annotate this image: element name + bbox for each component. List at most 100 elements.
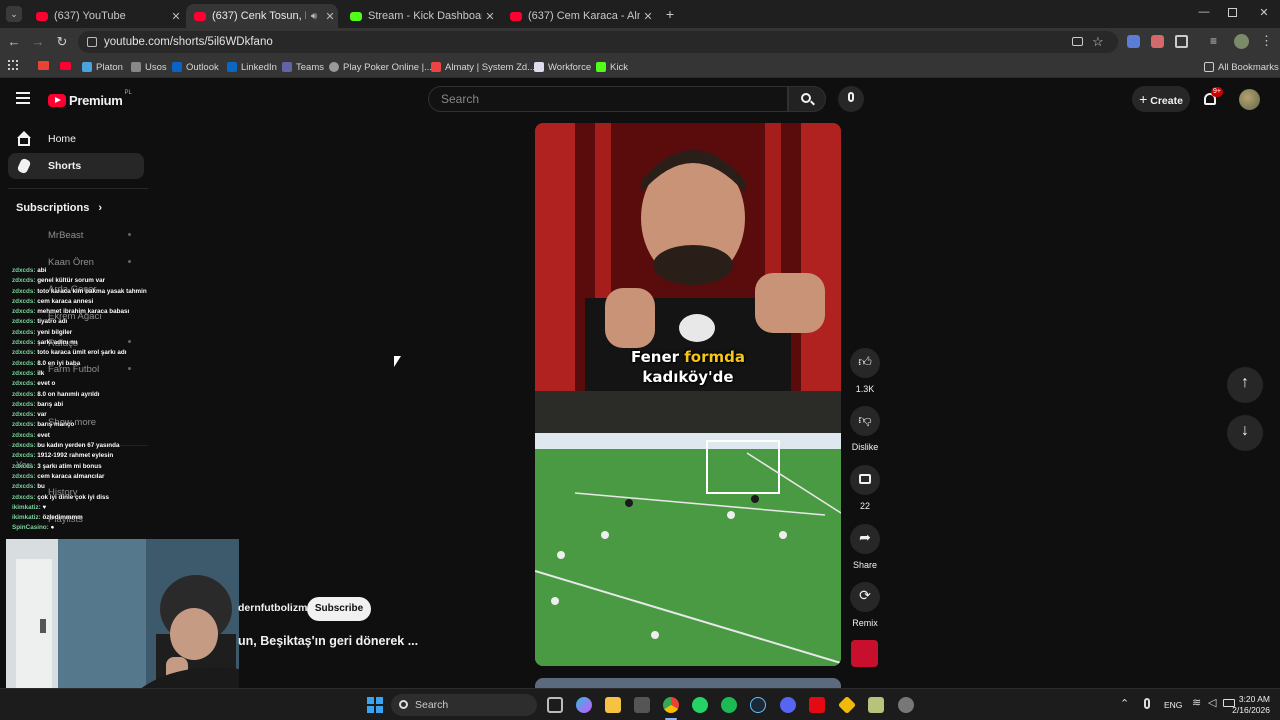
spotify-icon[interactable] [721,697,737,713]
address-bar[interactable]: youtube.com/shorts/5il6WDkfano ☆ [78,31,1118,53]
channel-avatar[interactable] [851,640,878,667]
close-icon[interactable]: ✕ [482,10,498,23]
store-icon[interactable] [634,697,650,713]
file-explorer-icon[interactable] [605,697,621,713]
gmail-icon[interactable] [38,61,49,70]
youtube-logo[interactable]: Premium PL [48,90,132,109]
bookmark-kick[interactable]: Kick [596,60,628,74]
close-icon[interactable]: ✕ [640,10,656,23]
notifications-button[interactable]: 9+ [1202,87,1223,110]
subscribe-button[interactable]: Subscribe [307,597,371,621]
guide-menu-icon[interactable] [16,92,30,104]
extension-icon[interactable] [1151,35,1164,48]
dislike-action[interactable]: 👎︎ Dislike [848,406,882,452]
youtube-bookmark-icon[interactable] [60,62,71,70]
task-view-icon[interactable] [547,697,563,713]
bookmark-platon[interactable]: Platon [82,60,123,74]
previous-short-button[interactable]: ↑ [1227,367,1263,403]
short-video-player[interactable]: Fener formda kadıköy'de [535,123,841,666]
like-action[interactable]: 👍︎ 1.3K [848,348,882,394]
comment-icon[interactable] [850,465,880,495]
windows-start-icon[interactable] [367,697,383,713]
all-bookmarks[interactable]: All Bookmarks [1204,60,1279,74]
bookmark-outlook[interactable]: Outlook [172,60,219,74]
forward-button[interactable]: → [30,34,46,50]
chrome-icon[interactable] [663,697,679,713]
install-app-icon[interactable] [1072,37,1083,46]
chat-text: barış manço [37,421,75,429]
create-button[interactable]: + Create [1132,86,1190,112]
language-indicator[interactable]: ENG [1164,700,1182,710]
extension-translate-icon[interactable] [1127,35,1140,48]
close-icon[interactable]: ✕ [322,10,338,23]
next-short-button[interactable]: ↓ [1227,415,1263,451]
binance-icon[interactable] [837,695,857,715]
comments-action[interactable]: 22 [848,465,882,511]
app-icon[interactable] [868,697,884,713]
bookmark-almaty[interactable]: Almaty | System Zd... [431,60,535,74]
copilot-icon[interactable] [576,697,592,713]
netflix-icon[interactable] [809,697,825,713]
channel-name[interactable]: dernfutbolizm [238,602,307,614]
minimize-button[interactable]: — [1196,6,1212,22]
account-avatar[interactable] [1239,89,1260,110]
linkedin-icon [227,62,237,72]
chat-message: zdxcds: 1912-1992 rahmet eylesin [12,451,232,461]
subscription-item[interactable]: MrBeast [48,230,83,241]
whatsapp-icon[interactable] [692,697,708,713]
bookmark-workforce[interactable]: Workforce [534,60,591,74]
search-button[interactable] [788,86,826,112]
restore-button[interactable] [1228,8,1237,17]
taskbar-search[interactable]: Search [391,694,537,716]
tab-youtube[interactable]: (637) YouTube ✕ [28,4,184,28]
apps-grid-icon[interactable] [8,60,18,70]
thumbs-up-icon[interactable]: 👍︎ [850,348,880,378]
chat-username: zdxcds: [12,442,36,450]
profile-avatar[interactable] [1234,34,1249,49]
thumbs-down-icon[interactable]: 👎︎ [850,406,880,436]
reading-list-icon[interactable]: ≡ [1210,34,1217,48]
wifi-icon[interactable]: ≋ [1192,696,1201,709]
clock[interactable]: 3:20 AM 2/16/2026 [1226,694,1270,716]
tab-search-button[interactable]: ⌄ [6,6,22,22]
tab-cenk-tosun[interactable]: (637) Cenk Tosun, Beşiktaş'ı 🔊︎ ✕ [186,4,338,28]
site-info-icon[interactable] [87,37,97,47]
microphone-icon[interactable] [1144,698,1150,709]
tray-overflow-icon[interactable]: ⌃ [1120,697,1129,710]
chat-message: zdxcds: abi [12,266,232,276]
bookmark-usos[interactable]: Usos [131,60,167,74]
discord-icon[interactable] [780,697,796,713]
close-window-button[interactable]: ✕ [1256,6,1272,22]
steam-icon[interactable] [750,697,766,713]
bookmark-play-poker[interactable]: Play Poker Online |... [329,60,432,74]
short-title[interactable]: un, Beşiktaş'ın geri dönerek ... [238,634,418,648]
bookmark-teams[interactable]: Teams [282,60,324,74]
tab-cem-karaca[interactable]: (637) Cem Karaca - Almancılar ✕ [502,4,656,28]
search-icon [399,700,408,709]
subscriptions-header[interactable]: Subscriptions › [16,202,102,214]
chat-username: zdxcds: [12,308,36,316]
speaker-icon[interactable]: 🔊︎ [306,11,322,22]
share-icon[interactable]: ➦ [850,524,880,554]
close-icon[interactable]: ✕ [168,10,184,23]
reload-button[interactable]: ↻ [54,34,70,50]
volume-icon[interactable]: ◁︎ [1208,696,1216,709]
sidebar-item-shorts[interactable]: Shorts [8,153,144,179]
chat-username: zdxcds: [12,400,36,408]
new-tab-button[interactable]: + [662,6,678,22]
share-action[interactable]: ➦ Share [848,524,882,570]
voice-search-button[interactable] [838,86,864,112]
bookmark-star-icon[interactable]: ☆ [1092,31,1104,53]
sidebar-item-home[interactable]: Home [8,126,144,152]
tab-kick-dashboard[interactable]: Stream - Kick Dashboard ✕ [342,4,498,28]
next-short-preview[interactable] [535,678,841,688]
chrome-menu-icon[interactable]: ⋮ [1260,33,1273,49]
back-button[interactable]: ← [6,34,22,50]
remix-action[interactable]: ⟳ Remix [848,582,882,628]
chat-text: genel kültür sorum var [37,277,106,285]
remix-icon[interactable]: ⟳ [850,582,880,612]
app-icon[interactable] [898,697,914,713]
extensions-puzzle-icon[interactable] [1175,35,1188,48]
bookmark-linkedin[interactable]: LinkedIn [227,60,277,74]
search-input[interactable]: Search [428,86,788,112]
